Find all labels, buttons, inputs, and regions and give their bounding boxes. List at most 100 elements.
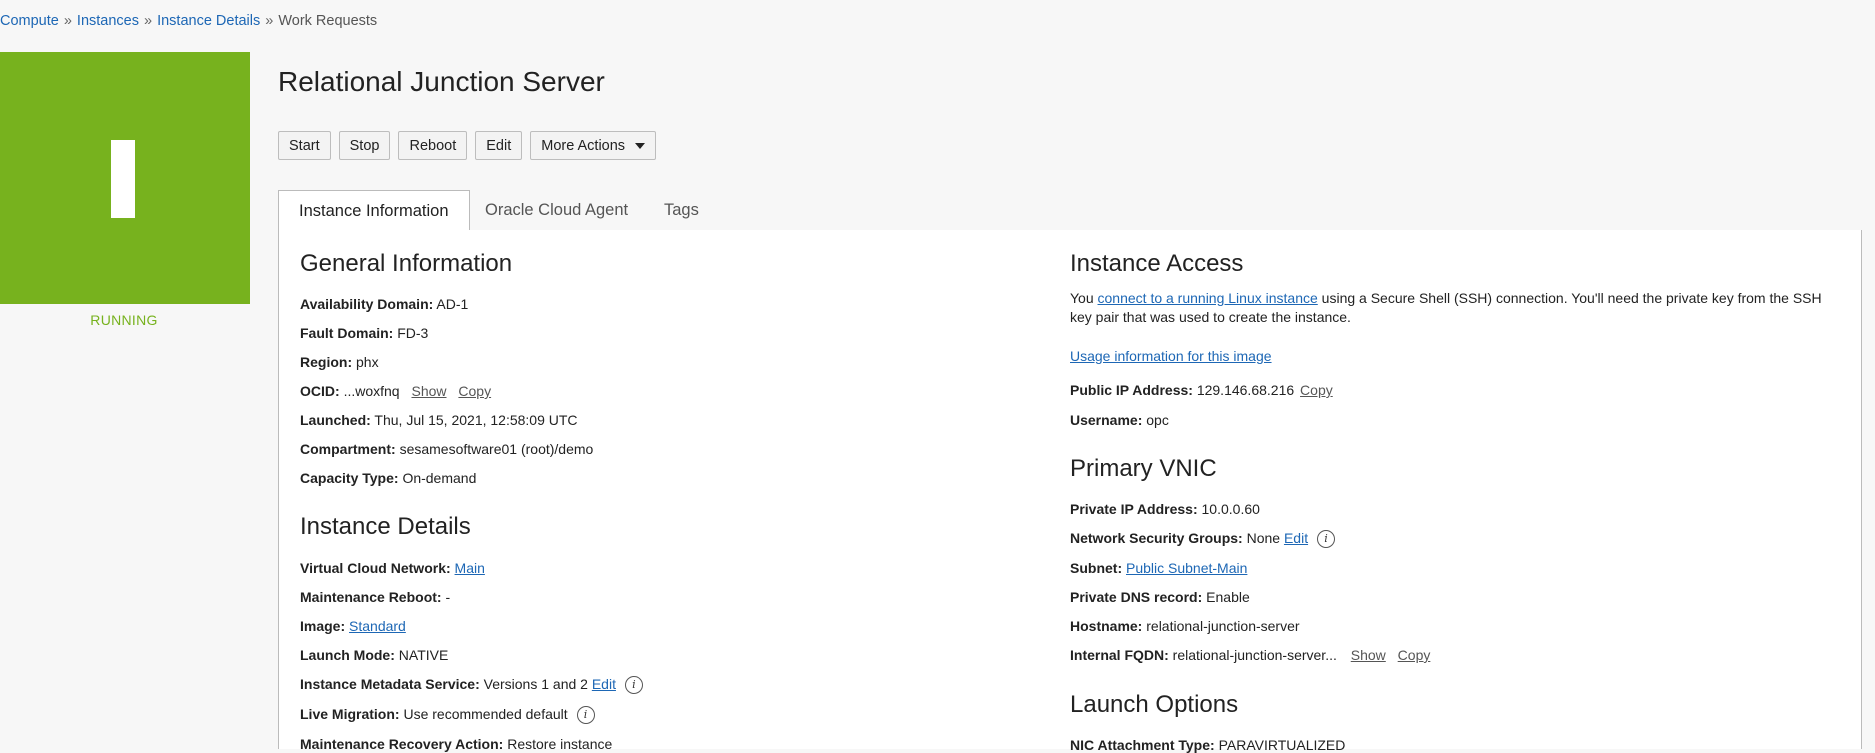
private-ip-row: Private IP Address: 10.0.0.60 (1070, 501, 1260, 517)
vcn-link[interactable]: Main (455, 560, 485, 576)
private-ip-value: 10.0.0.60 (1201, 501, 1260, 517)
vcn-row: Virtual Cloud Network: Main (300, 560, 485, 576)
edit-button[interactable]: Edit (475, 131, 523, 160)
recovery-action-value: Restore instance (507, 736, 613, 752)
subnet-label: Subnet: (1070, 560, 1123, 576)
launched-value: Thu, Jul 15, 2021, 12:58:09 UTC (374, 412, 578, 428)
tab-bar: Instance Information Oracle Cloud Agent … (278, 190, 1862, 231)
more-actions-button[interactable]: More Actions (530, 131, 657, 160)
ocid-show-link[interactable]: Show (411, 383, 446, 399)
info-icon[interactable]: i (576, 706, 595, 725)
public-ip-copy-link[interactable]: Copy (1300, 382, 1333, 398)
breadcrumb: Compute» Instances» Instance Details» Work … (0, 13, 377, 29)
instance-access-heading: Instance Access (1070, 250, 1244, 277)
instance-information-panel: General Information Availability Domain:… (278, 230, 1862, 753)
live-migration-label: Live Migration: (300, 706, 400, 722)
compartment-row: Compartment: sesamesoftware01 (root)/dem… (300, 441, 593, 457)
nsg-edit-link[interactable]: Edit (1284, 530, 1308, 546)
fault-domain-value: FD-3 (397, 325, 429, 341)
fqdn-copy-link[interactable]: Copy (1398, 647, 1431, 663)
fault-domain-row: Fault Domain: FD-3 (300, 325, 428, 341)
compartment-value: sesamesoftware01 (root)/demo (399, 441, 594, 457)
breadcrumb-current: Work Requests (278, 13, 378, 29)
image-row: Image: Standard (300, 618, 406, 634)
live-migration-row: Live Migration: Use recommended default … (300, 706, 595, 725)
nsg-row: Network Security Groups: None Edit i (1070, 530, 1335, 549)
public-ip-label: Public IP Address: (1070, 382, 1193, 398)
capacity-type-row: Capacity Type: On-demand (300, 470, 476, 486)
live-migration-value: Use recommended default (403, 706, 568, 722)
metadata-service-edit-link[interactable]: Edit (592, 676, 616, 692)
launch-options-heading: Launch Options (1070, 691, 1239, 718)
nsg-value: None (1246, 530, 1281, 546)
username-label: Username: (1070, 412, 1143, 428)
dns-record-label: Private DNS record: (1070, 589, 1203, 605)
public-ip-row: Public IP Address: 129.146.68.216 Copy (1070, 382, 1333, 398)
fqdn-label: Internal FQDN: (1070, 647, 1169, 663)
launch-mode-value: NATIVE (398, 647, 449, 663)
image-label: Image: (300, 618, 346, 634)
dns-record-value: Enable (1206, 589, 1250, 605)
region-value: phx (356, 354, 379, 370)
ocid-copy-link[interactable]: Copy (458, 383, 491, 399)
tab-oracle-cloud-agent[interactable]: Oracle Cloud Agent (485, 190, 628, 230)
metadata-service-value: Versions 1 and 2 (483, 676, 588, 692)
info-icon[interactable]: i (624, 676, 643, 695)
ocid-label: OCID: (300, 383, 340, 399)
fault-domain-label: Fault Domain: (300, 325, 394, 341)
recovery-action-label: Maintenance Recovery Action: (300, 736, 504, 752)
region-row: Region: phx (300, 354, 379, 370)
stop-button[interactable]: Stop (338, 131, 391, 160)
general-information-heading: General Information (300, 250, 513, 277)
breadcrumb-separator: » (144, 13, 153, 29)
fqdn-row: Internal FQDN: relational-junction-serve… (1070, 647, 1430, 663)
launch-mode-row: Launch Mode: NATIVE (300, 647, 448, 663)
caret-down-icon (635, 142, 646, 149)
hostname-label: Hostname: (1070, 618, 1143, 634)
maintenance-reboot-row: Maintenance Reboot: - (300, 589, 450, 605)
image-link[interactable]: Standard (349, 618, 406, 634)
tab-tags[interactable]: Tags (664, 190, 699, 230)
subnet-link[interactable]: Public Subnet-Main (1126, 560, 1247, 576)
fqdn-show-link[interactable]: Show (1351, 647, 1386, 663)
username-value: opc (1146, 412, 1169, 428)
availability-domain-row: Availability Domain: AD-1 (300, 296, 468, 312)
hostname-value: relational-junction-server (1146, 618, 1300, 634)
ssh-text-start: You (1070, 290, 1098, 306)
availability-domain-value: AD-1 (436, 296, 469, 312)
launched-label: Launched: (300, 412, 371, 428)
metadata-service-row: Instance Metadata Service: Versions 1 an… (300, 676, 643, 695)
breadcrumb-compute[interactable]: Compute (0, 13, 59, 29)
breadcrumb-instances[interactable]: Instances (77, 13, 139, 29)
page-title: Relational Junction Server (278, 66, 605, 97)
ocid-value: ...woxfnq (343, 383, 400, 399)
maintenance-reboot-value: - (445, 589, 451, 605)
compartment-label: Compartment: (300, 441, 396, 457)
private-ip-label: Private IP Address: (1070, 501, 1198, 517)
instance-glyph-icon (111, 140, 135, 218)
launch-mode-label: Launch Mode: (300, 647, 395, 663)
usage-information-link[interactable]: Usage information for this image (1070, 348, 1272, 364)
instance-status-label: RUNNING (90, 312, 158, 328)
reboot-button[interactable]: Reboot (398, 131, 468, 160)
start-button[interactable]: Start (278, 131, 331, 160)
connect-linux-instance-link[interactable]: connect to a running Linux instance (1098, 290, 1318, 306)
info-icon[interactable]: i (1316, 530, 1335, 549)
maintenance-reboot-label: Maintenance Reboot: (300, 589, 442, 605)
hostname-row: Hostname: relational-junction-server (1070, 618, 1300, 634)
region-label: Region: (300, 354, 353, 370)
fqdn-value: relational-junction-server... (1172, 647, 1337, 663)
instance-details-heading: Instance Details (300, 513, 471, 540)
ssh-instructions: You connect to a running Linux instance … (1070, 289, 1830, 327)
nsg-label: Network Security Groups: (1070, 530, 1243, 546)
usage-info-row: Usage information for this image (1070, 348, 1272, 364)
more-actions-label: More Actions (541, 137, 626, 154)
breadcrumb-instance-details[interactable]: Instance Details (157, 13, 260, 29)
tab-instance-information[interactable]: Instance Information (278, 190, 470, 231)
instance-status-tile (0, 52, 250, 304)
metadata-service-label: Instance Metadata Service: (300, 676, 480, 692)
nic-type-row: NIC Attachment Type: PARAVIRTUALIZED (1070, 737, 1345, 753)
availability-domain-label: Availability Domain: (300, 296, 434, 312)
breadcrumb-separator: » (63, 13, 72, 29)
username-row: Username: opc (1070, 412, 1169, 428)
